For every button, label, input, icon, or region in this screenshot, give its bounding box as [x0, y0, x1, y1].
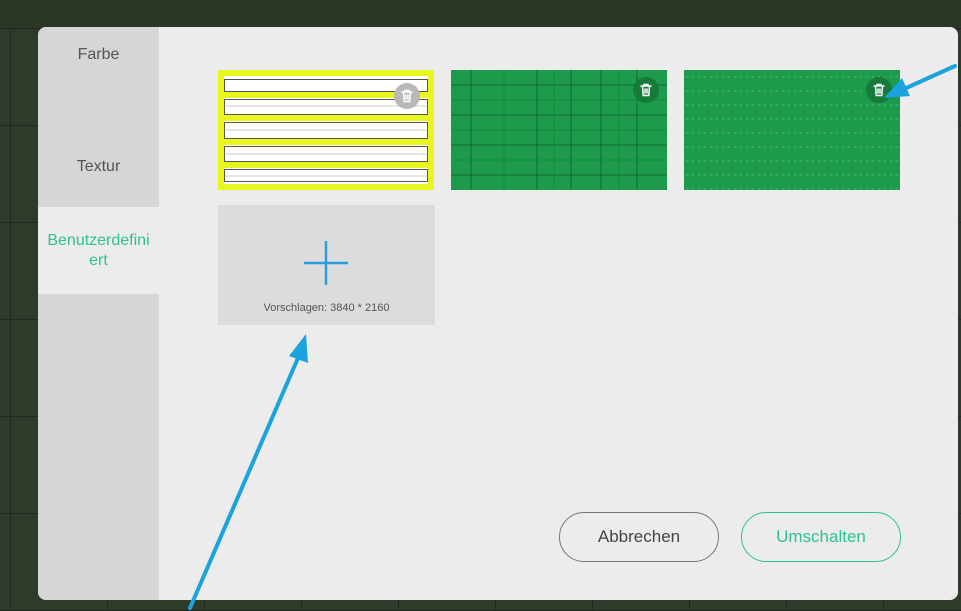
delete-background-button[interactable] — [394, 83, 420, 109]
sidebar-item-benutzerdefiniert[interactable]: Benutzerdefiniert — [38, 207, 159, 294]
plus-icon — [304, 241, 348, 285]
cancel-button[interactable]: Abbrechen — [559, 512, 719, 562]
background-thumb-lined[interactable] — [218, 70, 434, 190]
trash-icon — [401, 89, 413, 103]
background-dialog: Farbe Textur Benutzerdefiniert Vorschlag… — [38, 27, 958, 600]
sidebar-item-label: Textur — [76, 158, 121, 175]
sidebar-item-textur[interactable]: Textur — [38, 127, 159, 207]
sidebar-item-farbe[interactable]: Farbe — [38, 27, 159, 127]
background-thumb-dots[interactable] — [684, 70, 900, 190]
add-background-button[interactable]: Vorschlagen: 3840 * 2160 — [218, 205, 435, 325]
category-sidebar: Farbe Textur Benutzerdefiniert — [38, 27, 159, 600]
resolution-hint: Vorschlagen: 3840 * 2160 — [263, 302, 390, 314]
trash-icon — [873, 83, 885, 97]
delete-background-button[interactable] — [633, 77, 659, 103]
delete-background-button[interactable] — [866, 77, 892, 103]
trash-icon — [640, 83, 652, 97]
sidebar-item-label: Benutzerdefiniert — [47, 231, 150, 269]
background-thumb-grid[interactable] — [451, 70, 667, 190]
top-strip — [0, 0, 961, 28]
sidebar-item-label: Farbe — [77, 45, 120, 63]
switch-button[interactable]: Umschalten — [741, 512, 901, 562]
